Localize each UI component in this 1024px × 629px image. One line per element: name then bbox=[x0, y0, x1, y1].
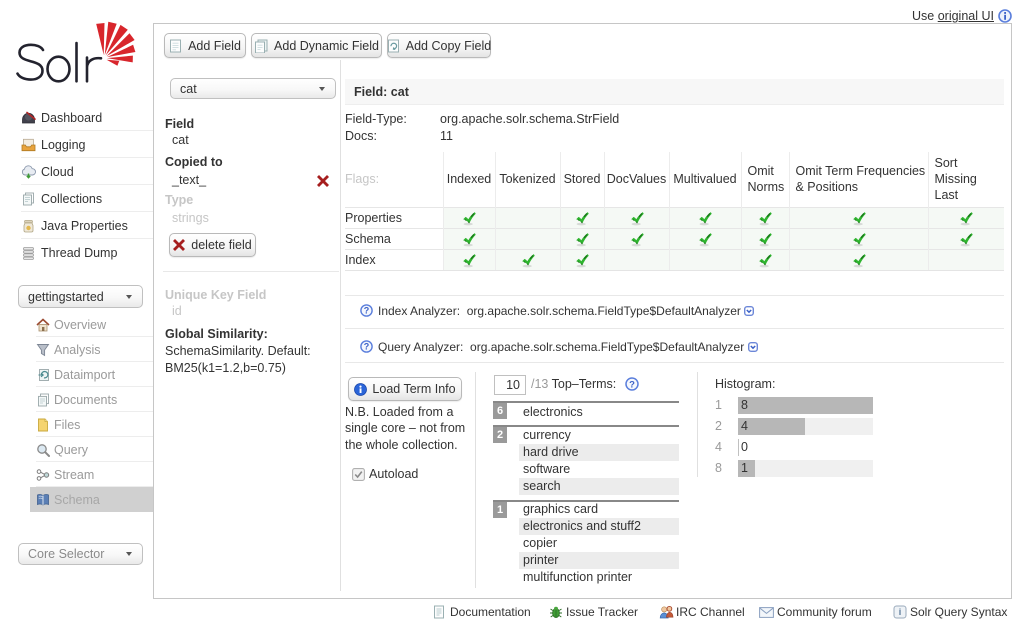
svg-text:?: ? bbox=[629, 379, 635, 390]
svg-text:?: ? bbox=[364, 306, 370, 316]
svg-text:i: i bbox=[899, 607, 902, 617]
svg-text:?: ? bbox=[364, 342, 370, 352]
